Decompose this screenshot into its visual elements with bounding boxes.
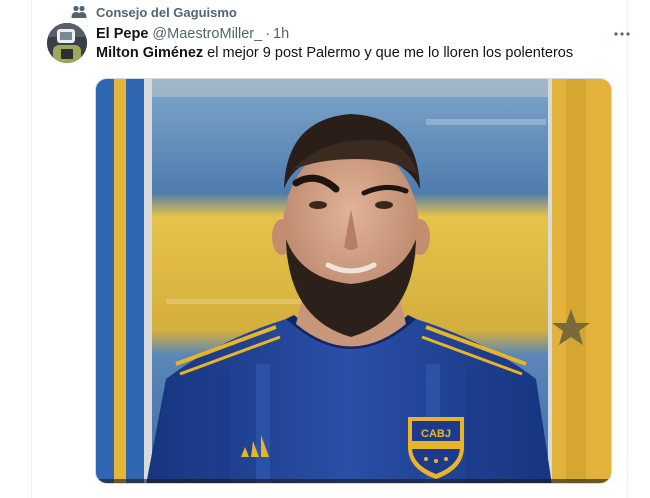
column-border-right	[627, 0, 628, 498]
tweet-text-bold: Milton Giménez	[96, 45, 204, 61]
timestamp[interactable]: 1h	[273, 26, 289, 42]
user-handle[interactable]: @MaestroMiller_	[152, 26, 262, 42]
timeline-page: Consejo del Gaguismo El Pepe @MaestroMil…	[0, 0, 650, 498]
community-name[interactable]: Consejo del Gaguismo	[96, 5, 237, 20]
separator-dot: ·	[265, 26, 271, 42]
avatar[interactable]	[47, 23, 87, 63]
tweet-text: Milton Giménez el mejor 9 post Palermo y…	[96, 45, 620, 61]
more-options-button[interactable]	[612, 24, 632, 44]
tweet-header: El Pepe @MaestroMiller_ · 1h	[96, 24, 622, 44]
tweet-media-photo[interactable]: CABJ	[95, 78, 612, 484]
avatar-image	[47, 23, 87, 63]
social-context[interactable]: Consejo del Gaguismo	[71, 3, 237, 21]
ellipsis-icon	[614, 32, 630, 36]
community-icon	[71, 5, 87, 18]
tweet-text-body: el mejor 9 post Palermo y que me lo llor…	[203, 45, 574, 61]
crest-text: CABJ	[421, 428, 451, 440]
display-name[interactable]: El Pepe	[96, 26, 148, 42]
player-photo: CABJ	[96, 79, 611, 483]
column-border-left	[31, 0, 32, 498]
